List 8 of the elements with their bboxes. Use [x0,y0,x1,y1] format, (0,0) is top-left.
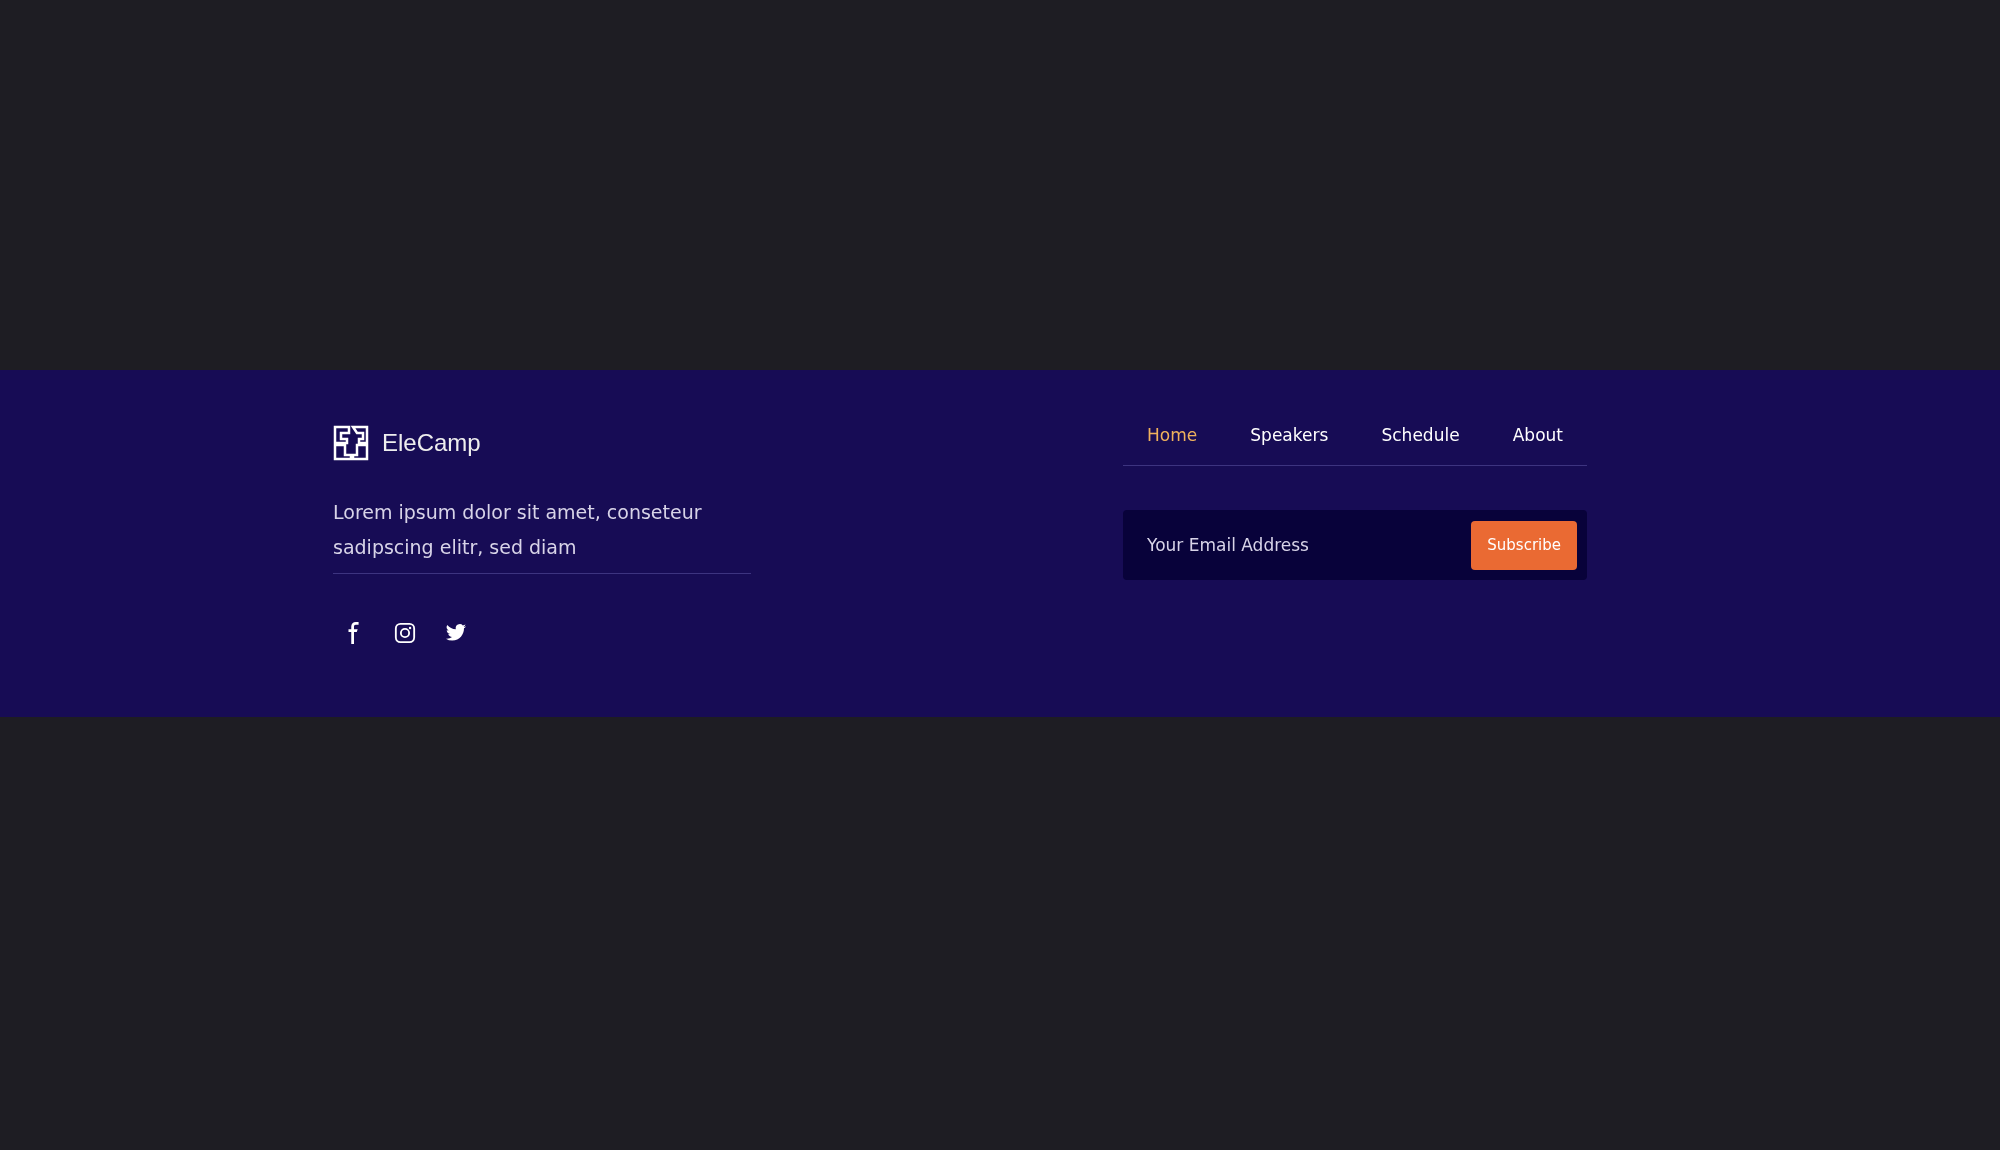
nav-link[interactable]: Speakers [1250,425,1329,445]
brand-name: EleCamp [382,429,481,457]
instagram-icon[interactable] [394,622,416,644]
logo-icon [333,425,369,461]
nav-link[interactable]: Schedule [1381,425,1460,445]
nav-link[interactable]: Home [1147,425,1198,445]
nav-link[interactable]: About [1512,425,1563,445]
footer-description: Lorem ipsum dolor sit amet, conseteur sadipscing elitr, sed diam [333,495,751,574]
